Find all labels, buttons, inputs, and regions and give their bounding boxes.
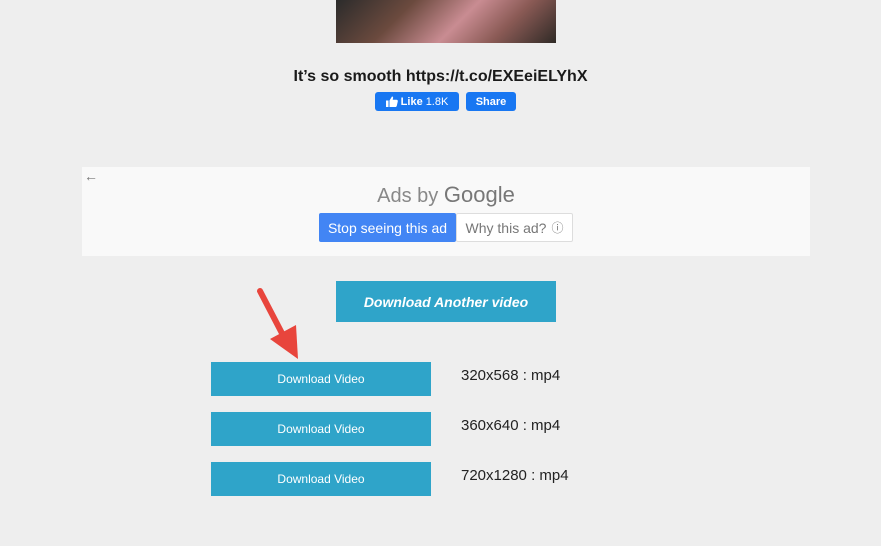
why-this-ad-button[interactable]: Why this ad? ⓘ (456, 213, 573, 242)
thumbs-up-icon (385, 96, 398, 107)
download-video-button-360x640[interactable]: Download Video (211, 412, 431, 446)
format-label-720x1280: 720x1280 : mp4 (461, 467, 569, 484)
facebook-like-button[interactable]: Like 1.8K (375, 92, 459, 111)
google-ad-panel: ← Ads by Google Stop seeing this ad Why … (82, 167, 810, 256)
facebook-like-count: 1.8K (425, 95, 449, 108)
download-video-button-320x568[interactable]: Download Video (211, 362, 431, 396)
format-label-360x640: 360x640 : mp4 (461, 417, 561, 434)
stop-seeing-ad-button[interactable]: Stop seeing this ad (319, 213, 456, 242)
facebook-share-button[interactable]: Share (466, 92, 516, 111)
google-wordmark: Google (443, 182, 515, 207)
info-icon: ⓘ (551, 221, 564, 235)
format-label-320x568: 320x568 : mp4 (461, 367, 561, 384)
video-thumbnail (336, 0, 556, 43)
tweet-text: It’s so smooth https://t.co/EXEeiELYhX (293, 68, 588, 85)
ads-by-google-heading: Ads by Google (82, 182, 810, 208)
download-another-video-button[interactable]: Download Another video (336, 281, 556, 322)
download-video-button-720x1280[interactable]: Download Video (211, 462, 431, 496)
ads-by-label: Ads by (377, 185, 439, 207)
facebook-like-label: Like (400, 95, 423, 108)
red-annotation-arrow-icon (257, 288, 298, 359)
why-this-ad-label: Why this ad? (465, 219, 547, 236)
